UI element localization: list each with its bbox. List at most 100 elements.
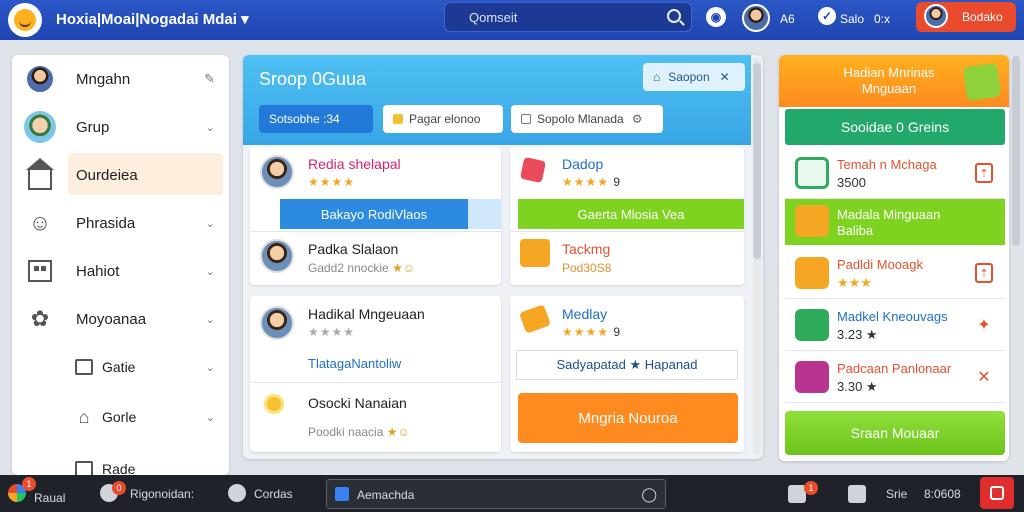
reward-row[interactable]: Padcaan Panlonaar 3.30 ★ ✕: [785, 351, 1005, 403]
user-avatar: [924, 4, 948, 28]
top-bar: Hoxia|Moai|Nogadai Mdai ▾ Qomseit ◉ A6 ✓…: [0, 0, 1024, 40]
coin-icon: [264, 394, 284, 414]
card-name: Dadop: [562, 156, 604, 172]
card-name: Osocki Nanaian: [308, 395, 407, 411]
reward-row[interactable]: Temah n Mchaga 3500 ⇡: [785, 147, 1005, 199]
right-header: Hadian Mnrinas Mnguaan: [779, 55, 1009, 107]
chat-label[interactable]: A6: [780, 12, 795, 26]
video-icon[interactable]: [848, 485, 866, 503]
green-action-button[interactable]: Sooidae 0 Greins: [785, 109, 1005, 145]
close-icon[interactable]: ✕: [720, 70, 730, 84]
app-logo-icon[interactable]: [8, 3, 42, 37]
sidebar-item-label: Gatie: [102, 359, 136, 375]
avatar: [260, 155, 294, 189]
chevron-down-icon[interactable]: ⌄: [206, 121, 215, 134]
gift-icon[interactable]: ⇡: [975, 263, 993, 283]
cube-icon: [519, 156, 547, 184]
chevron-down-icon[interactable]: ⌄: [206, 411, 215, 424]
clock: 8:0608: [924, 487, 961, 501]
reward-title: Padcaan Panlonaar: [837, 361, 952, 376]
sapon-button[interactable]: ⌂ Saopon ✕: [643, 63, 745, 91]
search-icon[interactable]: [667, 9, 681, 23]
card-name: Medlay: [562, 306, 608, 322]
search-box[interactable]: Qomseit: [444, 2, 692, 32]
notification-badge: 0: [112, 481, 126, 495]
primary-action-button[interactable]: Mngria Nouroa: [518, 393, 738, 443]
user-button[interactable]: Bodako: [916, 2, 1016, 32]
main-panel: Sroop 0Guua ⌂ Saopon ✕ Sotsobhe :34 Paga…: [243, 55, 763, 459]
gift-icon[interactable]: ⇡: [975, 163, 993, 183]
reward-row[interactable]: Madkel Kneouvags 3.23 ★ ✦: [785, 299, 1005, 351]
contact-card[interactable]: Hadikal Mngeuaan ★★★★ TlatagaNantoliw Os…: [250, 296, 501, 452]
reward-row[interactable]: Padldi Mooagk ★★★ ⇡: [785, 247, 1005, 299]
sidebar-item-label: Mngahn: [76, 70, 131, 88]
reward-row-highlight[interactable]: Madala Minguaan Baliba: [785, 199, 1005, 245]
sidebar-subitem-gorle[interactable]: ⌂ Gorle ⌄: [12, 393, 229, 441]
sidebar-item-bot[interactable]: ☺ Phrasida ⌄: [12, 199, 229, 247]
sidebar-item-label: Gorle: [102, 409, 137, 425]
card-name: Hadikal Mngeuaan: [308, 306, 425, 322]
sidebar-item-building[interactable]: Hahiot ⌄: [12, 247, 229, 295]
chevron-down-icon[interactable]: ⌄: [206, 217, 215, 230]
star-icon[interactable]: ✕: [975, 367, 993, 387]
sidebar-item-profile[interactable]: Mngahn ✎: [12, 55, 229, 103]
gamepad-icon[interactable]: ◉: [706, 7, 726, 27]
settings-icon[interactable]: ⚙: [632, 112, 643, 126]
filter-label: Pagar elonoo: [409, 112, 481, 126]
filter-label: Sopolo Mlanada: [537, 112, 624, 126]
card-action-bar[interactable]: Bakayo RodiVlaos: [280, 199, 468, 229]
app-icon[interactable]: [228, 484, 246, 502]
search-icon[interactable]: ◯: [641, 486, 657, 503]
sidebar-item-label: Ourdeiea: [76, 166, 138, 184]
card-link[interactable]: TlatagaNantoliw: [308, 356, 401, 371]
address-bar[interactable]: Aemachda ◯: [326, 479, 666, 509]
scrollbar-thumb[interactable]: [753, 63, 761, 259]
edit-icon[interactable]: ✎: [204, 71, 215, 87]
filter-chip[interactable]: Pagar elonoo: [383, 105, 503, 133]
card-info-bar[interactable]: Sadyapatad ★ Hapanad: [516, 350, 738, 380]
divider: [250, 231, 501, 232]
avatar[interactable]: [742, 4, 770, 32]
filter-chip-active[interactable]: Sotsobhe :34: [259, 105, 373, 133]
bot-icon: ☺: [28, 210, 52, 235]
sidebar-subitem-rade[interactable]: Rade: [12, 445, 229, 475]
sidebar-item-group[interactable]: Grup ⌄: [12, 103, 229, 151]
taskbar-app-label[interactable]: Rigonoidan:: [130, 487, 194, 501]
card-name: Tackmg: [562, 241, 611, 257]
filter-chip[interactable]: Sopolo Mlanada ⚙: [511, 105, 663, 133]
contact-card[interactable]: Medlay ★★★★ 9 Sadyapatad ★ Hapanad Mngri…: [510, 296, 744, 452]
contact-card[interactable]: Redia shelapal ★★★★ Bakayo RodiVlaos Pad…: [250, 147, 501, 285]
contact-card[interactable]: Dadop ★★★★ 9 Gaerta Mlosia Vea Tackmg Po…: [510, 147, 744, 285]
gift-box-icon: [962, 62, 1002, 102]
page-scrollbar[interactable]: [1012, 56, 1020, 246]
chevron-down-icon[interactable]: ⌄: [206, 265, 215, 278]
document-icon: [521, 114, 531, 124]
star-icon[interactable]: ✦: [975, 315, 993, 335]
power-button[interactable]: [980, 477, 1014, 509]
sidebar-item-label: Grup: [76, 118, 110, 136]
sidebar-item-home[interactable]: Ourdeiea: [12, 151, 229, 199]
chevron-down-icon[interactable]: ⌄: [206, 361, 215, 374]
chevron-down-icon[interactable]: ▾: [241, 11, 249, 28]
rating-stars: ★★★★ 9: [562, 175, 622, 189]
footer-button[interactable]: Sraan Mouaar: [785, 411, 1005, 455]
main-header: Sroop 0Guua ⌂ Saopon ✕ Sotsobhe :34 Paga…: [243, 55, 751, 145]
start-label[interactable]: Raual: [34, 491, 65, 505]
gift-icon: [795, 205, 829, 237]
sidebar: Mngahn ✎ Grup ⌄ Ourdeiea ☺ Phrasida ⌄ Ha…: [12, 55, 229, 475]
sidebar-subitem-gatie[interactable]: Gatie ⌄: [12, 343, 229, 391]
card-note: Gadd2 nnockie ★☺: [308, 261, 416, 275]
tag-icon: ⌂: [78, 406, 90, 427]
document-icon: [75, 461, 93, 475]
notification-badge: 1: [22, 477, 36, 491]
card-action-bar[interactable]: Gaerta Mlosia Vea: [518, 199, 744, 229]
taskbar: 1 Raual 0 Rigonoidan: Cordas Aemachda ◯ …: [0, 475, 1024, 512]
power-icon: [990, 486, 1004, 500]
check-icon[interactable]: ✓: [818, 7, 836, 25]
app-title[interactable]: Hoxia|Moai|Nogadai Mdai ▾: [56, 10, 249, 28]
divider: [510, 231, 744, 232]
taskbar-app-label[interactable]: Cordas: [254, 487, 293, 501]
sidebar-item-puzzle[interactable]: ✿ Moyoanaa ⌄: [12, 295, 229, 343]
reward-value: 3500: [837, 175, 866, 190]
chevron-down-icon[interactable]: ⌄: [206, 313, 215, 326]
